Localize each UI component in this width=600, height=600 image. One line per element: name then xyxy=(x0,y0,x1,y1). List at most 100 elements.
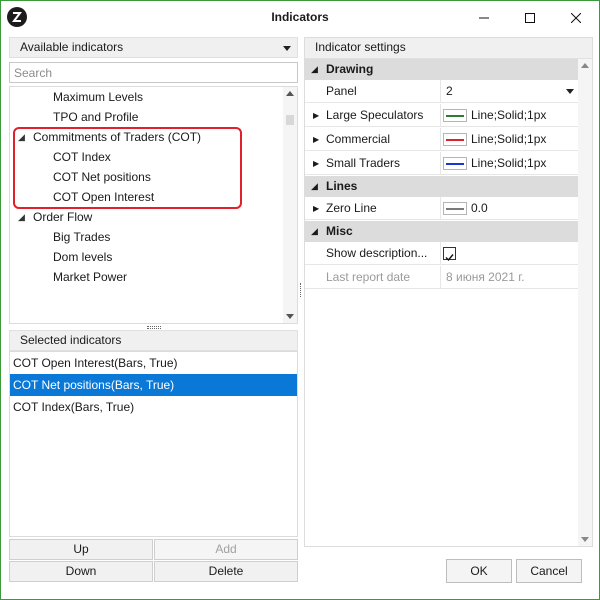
selected-item-cot-open-interest[interactable]: COT Open Interest(Bars, True) xyxy=(10,352,297,374)
expand-arrow-icon[interactable]: ▶ xyxy=(313,152,319,175)
property-last-report-date: Last report date 8 июня 2021 г. xyxy=(305,266,578,289)
tree-item-cot-open-interest[interactable]: COT Open Interest xyxy=(10,187,284,207)
vertical-splitter-grip[interactable] xyxy=(300,283,302,297)
property-panel[interactable]: Panel 2 xyxy=(305,80,578,103)
left-panel: Available indicators Maximum Levels TPO … xyxy=(9,37,298,582)
maximize-icon xyxy=(525,12,535,23)
property-value: 0.0 xyxy=(471,201,488,215)
expand-arrow-icon[interactable]: ▶ xyxy=(313,104,319,127)
collapse-triangle-icon[interactable]: ◢ xyxy=(311,59,318,80)
column-divider xyxy=(440,104,441,126)
tree-group-cot[interactable]: ◢ Commitments of Traders (COT) xyxy=(10,127,284,147)
ok-button[interactable]: OK xyxy=(446,559,512,583)
tree-item-label: COT Open Interest xyxy=(53,190,155,204)
category-label: Lines xyxy=(326,179,358,193)
scroll-up-arrow-icon[interactable] xyxy=(286,91,294,96)
indicator-settings-panel: Indicator settings ◢ Drawing Panel 2 ▶ L… xyxy=(304,37,593,547)
tree-item-cot-index[interactable]: COT Index xyxy=(10,147,284,167)
tree-item-label: Market Power xyxy=(53,270,128,284)
tree-group-order-flow[interactable]: ◢ Order Flow xyxy=(10,207,284,227)
property-show-description[interactable]: Show description... xyxy=(305,242,578,265)
up-button[interactable]: Up xyxy=(9,539,153,560)
down-button[interactable]: Down xyxy=(9,561,153,582)
property-value: Line;Solid;1px xyxy=(471,108,547,122)
tree-group-label: Commitments of Traders (COT) xyxy=(33,130,202,144)
property-name: Large Speculators xyxy=(326,108,424,122)
property-small-traders[interactable]: ▶ Small Traders Line;Solid;1px xyxy=(305,152,578,175)
expanded-triangle-icon[interactable]: ◢ xyxy=(18,207,28,227)
category-label: Misc xyxy=(326,224,353,238)
line-color-swatch[interactable] xyxy=(443,109,467,122)
tree-item-label: Dom levels xyxy=(53,250,113,264)
tree-item-label: Maximum Levels xyxy=(53,90,144,104)
cancel-button[interactable]: Cancel xyxy=(516,559,582,583)
column-divider xyxy=(440,152,441,174)
selected-item-cot-net-positions[interactable]: COT Net positions(Bars, True) xyxy=(10,374,297,396)
close-button[interactable] xyxy=(553,1,599,34)
property-large-speculators[interactable]: ▶ Large Speculators Line;Solid;1px xyxy=(305,104,578,127)
expand-arrow-icon[interactable]: ▶ xyxy=(313,128,319,151)
search-input[interactable] xyxy=(9,62,298,83)
tree-item-tpo-and-profile[interactable]: TPO and Profile xyxy=(10,107,284,127)
category-lines[interactable]: ◢ Lines xyxy=(305,176,578,197)
panel-select-value[interactable]: 2 xyxy=(446,80,453,103)
show-description-checkbox[interactable] xyxy=(443,247,456,262)
expand-arrow-icon[interactable]: ▶ xyxy=(313,197,319,220)
selected-indicators-label: Selected indicators xyxy=(20,333,122,347)
checkmark-icon xyxy=(445,254,454,262)
tree-item-label: COT Net positions xyxy=(53,170,151,184)
tree-item-big-trades[interactable]: Big Trades xyxy=(10,227,284,247)
collapse-triangle-icon[interactable]: ◢ xyxy=(311,176,318,197)
column-divider xyxy=(440,197,441,219)
tree-item-label: TPO and Profile xyxy=(53,110,139,124)
indicators-window: Indicators Available indicators Maximum … xyxy=(0,0,600,600)
available-indicators-header[interactable]: Available indicators xyxy=(9,37,298,58)
expanded-triangle-icon[interactable]: ◢ xyxy=(18,127,28,147)
property-value: Line;Solid;1px xyxy=(471,132,547,146)
property-name: Panel xyxy=(326,84,357,98)
line-color-swatch[interactable] xyxy=(443,157,467,170)
tree-item-cot-net-positions[interactable]: COT Net positions xyxy=(10,167,284,187)
scroll-thumb[interactable] xyxy=(286,115,294,125)
scroll-down-arrow-icon[interactable] xyxy=(286,314,294,319)
available-indicators-label: Available indicators xyxy=(20,40,124,54)
delete-button[interactable]: Delete xyxy=(154,561,298,582)
settings-scrollbar[interactable] xyxy=(578,59,592,546)
horizontal-splitter-grip[interactable] xyxy=(147,326,161,329)
property-name: Last report date xyxy=(326,270,411,284)
scroll-up-arrow-icon[interactable] xyxy=(581,63,589,68)
column-divider xyxy=(440,242,441,264)
category-drawing[interactable]: ◢ Drawing xyxy=(305,59,578,80)
line-color-swatch[interactable] xyxy=(443,202,467,215)
minimize-button[interactable] xyxy=(461,1,507,34)
tree-scrollbar[interactable] xyxy=(283,87,297,323)
selected-item-cot-index[interactable]: COT Index(Bars, True) xyxy=(10,396,297,418)
column-divider xyxy=(440,266,441,288)
chevron-down-icon[interactable] xyxy=(566,89,574,94)
category-label: Drawing xyxy=(326,62,374,76)
scroll-down-arrow-icon[interactable] xyxy=(581,537,589,542)
collapse-triangle-icon[interactable]: ◢ xyxy=(311,221,318,242)
tree-group-label: Order Flow xyxy=(33,210,93,224)
title-bar: Indicators xyxy=(1,1,599,34)
column-divider xyxy=(440,128,441,150)
tree-item-label: COT Index xyxy=(53,150,111,164)
list-buttons: Up Add Down Delete xyxy=(9,539,298,583)
indicator-settings-header: Indicator settings xyxy=(305,38,592,59)
selected-indicators-header: Selected indicators xyxy=(9,330,298,351)
tree-item-label: Big Trades xyxy=(53,230,111,244)
line-color-swatch[interactable] xyxy=(443,133,467,146)
tree-item-dom-levels[interactable]: Dom levels xyxy=(10,247,284,267)
close-icon xyxy=(571,12,581,23)
property-zero-line[interactable]: ▶ Zero Line 0.0 xyxy=(305,197,578,220)
add-button[interactable]: Add xyxy=(154,539,298,560)
tree-item-market-power[interactable]: Market Power xyxy=(10,267,284,287)
tree-item-maximum-levels[interactable]: Maximum Levels xyxy=(10,87,284,107)
column-divider xyxy=(440,80,441,102)
chevron-down-icon xyxy=(283,46,291,51)
property-name: Show description... xyxy=(326,246,428,260)
category-misc[interactable]: ◢ Misc xyxy=(305,221,578,242)
minimize-icon xyxy=(479,13,489,23)
property-commercial[interactable]: ▶ Commercial Line;Solid;1px xyxy=(305,128,578,151)
maximize-button[interactable] xyxy=(507,1,553,34)
